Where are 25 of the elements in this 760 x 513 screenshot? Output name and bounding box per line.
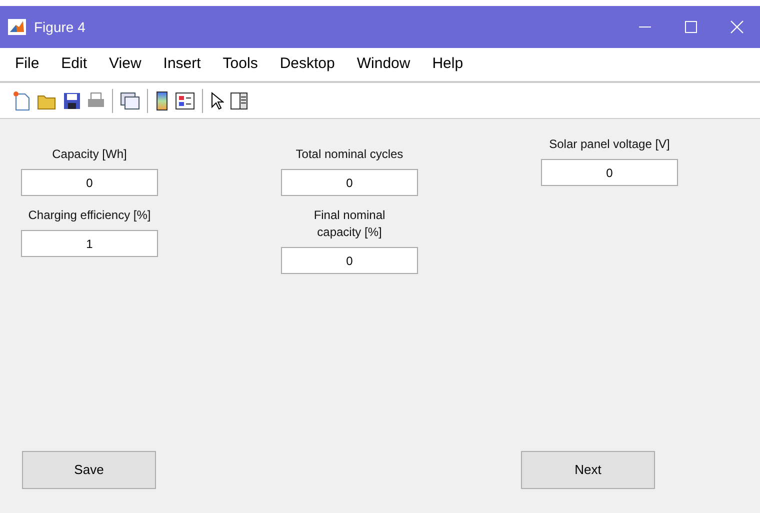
push-button[interactable]: Next	[521, 451, 655, 489]
input-field[interactable]: 0	[281, 247, 418, 274]
field-label: Solar panel voltage [V]	[548, 136, 671, 153]
field-label: Charging efficiency [%]	[27, 207, 152, 224]
push-button[interactable]: Save	[22, 451, 156, 489]
app-icon	[8, 19, 26, 35]
menu-item[interactable]: File	[4, 53, 50, 76]
menu-item[interactable]: Help	[421, 53, 474, 76]
menu-item[interactable]: Window	[346, 53, 422, 76]
menu-item[interactable]: Desktop	[268, 53, 346, 76]
input-field[interactable]: 1	[21, 230, 158, 257]
field-label: Total nominal cycles	[294, 146, 404, 163]
menu-item[interactable]: Insert	[152, 53, 212, 76]
minimize-icon[interactable]	[639, 26, 651, 28]
menu-item[interactable]: View	[98, 53, 152, 76]
menu-item[interactable]: Tools	[212, 53, 269, 76]
input-field[interactable]: 0	[21, 169, 158, 196]
maximize-icon[interactable]	[685, 21, 697, 33]
window-title: Figure 4	[34, 18, 86, 37]
input-field[interactable]: 0	[281, 169, 418, 196]
field-label: Capacity [Wh]	[51, 146, 128, 163]
close-icon[interactable]	[730, 20, 744, 34]
field-label: Final nominal capacity [%]	[312, 207, 386, 241]
input-field[interactable]: 0	[541, 159, 678, 186]
menu-item[interactable]: Edit	[50, 53, 98, 76]
